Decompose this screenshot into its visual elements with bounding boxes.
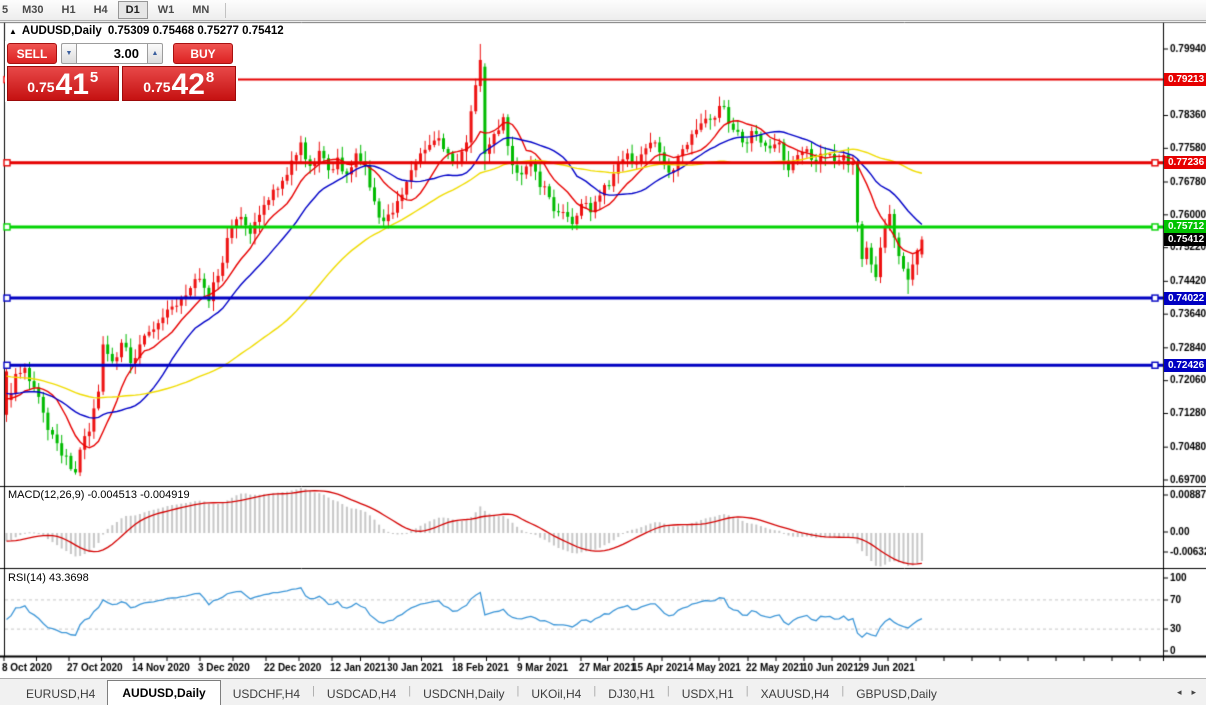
price-tag-0.75712: 0.75712: [1164, 220, 1206, 233]
sell-price-pip-digit: 5: [89, 69, 99, 86]
price-tag-0.75412: 0.75412: [1164, 233, 1206, 246]
chart-tab-dj30-h1[interactable]: DJ30,H1: [596, 683, 667, 705]
chart-tab-usdcad-h4[interactable]: USDCAD,H4: [315, 683, 408, 705]
chart-tab-ukoil-h4[interactable]: UKOil,H4: [519, 683, 593, 705]
sell-price-big-digits: 41: [55, 67, 89, 101]
one-click-trade-panel: SELL ▼ 3.00 ▲ BUY 0.75 41 5 0.75 42 8: [5, 41, 238, 102]
volume-decrease-button[interactable]: ▼: [61, 43, 76, 64]
chart-tab-xauusd-h4[interactable]: XAUUSD,H4: [749, 683, 842, 705]
buy-price-big-digits: 42: [171, 67, 205, 101]
tab-scroll-controls: ◂ ▸: [1177, 687, 1196, 698]
macd-indicator-label: MACD(12,26,9) -0.004513 -0.004919: [8, 489, 190, 501]
buy-price-prefix: 0.75: [143, 79, 171, 95]
down-arrow-icon: ▼: [65, 50, 73, 57]
chart-ohlc-values: 0.75309 0.75468 0.75277 0.75412: [107, 25, 284, 37]
sell-price-button[interactable]: 0.75 41 5: [7, 66, 119, 101]
sell-price-prefix: 0.75: [27, 79, 55, 95]
timeframe-button-w1[interactable]: W1: [150, 1, 183, 19]
trading-platform-window: 5 M30 H1 H4 D1 W1 MN ▲ AUDUSD,Daily 0.75309 0.…: [0, 0, 1206, 705]
toolbar-separator: [225, 2, 227, 18]
chart-tab-audusd-daily[interactable]: AUDUSD,Daily: [107, 680, 221, 705]
timeframe-toolbar: 5 M30 H1 H4 D1 W1 MN: [0, 0, 1206, 21]
timeframe-button-h4[interactable]: H4: [86, 1, 116, 19]
timeframe-button-m30[interactable]: M30: [14, 1, 51, 19]
chart-tab-eurusd-h4[interactable]: EURUSD,H4: [14, 683, 107, 705]
chart-tab-gbpusd-daily[interactable]: GBPUSD,Daily: [844, 683, 949, 705]
tab-scroll-right-icon[interactable]: ▸: [1191, 687, 1196, 698]
collapse-arrow-icon[interactable]: ▲: [9, 27, 17, 36]
chart-tab-usdcnh-daily[interactable]: USDCNH,Daily: [411, 683, 516, 705]
chart-title: ▲ AUDUSD,Daily 0.75309 0.75468 0.75277 0…: [9, 25, 284, 37]
rsi-indicator-label: RSI(14) 43.3698: [8, 572, 89, 584]
timeframe-button-h1[interactable]: H1: [54, 1, 84, 19]
buy-button[interactable]: BUY: [173, 43, 233, 64]
timeframe-button-5[interactable]: 5: [0, 1, 12, 19]
timeframe-button-d1[interactable]: D1: [117, 1, 148, 19]
volume-input[interactable]: 3.00: [76, 43, 148, 64]
timeframe-button-mn[interactable]: MN: [184, 1, 217, 19]
chart-tab-usdchf-h4[interactable]: USDCHF,H4: [221, 683, 312, 705]
chart-canvas[interactable]: [0, 0, 1206, 705]
price-tag-0.74022: 0.74022: [1164, 292, 1206, 305]
price-tag-0.77236: 0.77236: [1164, 156, 1206, 169]
sell-button[interactable]: SELL: [7, 43, 57, 64]
symbol-tab-bar: EURUSD,H4 AUDUSD,Daily USDCHF,H4 | USDCAD,H4…: [0, 678, 1206, 705]
tab-scroll-left-icon[interactable]: ◂: [1177, 687, 1182, 698]
buy-price-pip-digit: 8: [205, 69, 215, 86]
buy-price-button[interactable]: 0.75 42 8: [121, 66, 236, 101]
up-arrow-icon: ▲: [151, 50, 159, 57]
price-tag-0.72426: 0.72426: [1164, 359, 1206, 372]
chart-symbol-label: AUDUSD,Daily: [21, 25, 102, 37]
trade-panel-prices: 0.75 41 5 0.75 42 8: [7, 66, 236, 101]
volume-increase-button[interactable]: ▲: [148, 43, 163, 64]
chart-tab-usdx-h1[interactable]: USDX,H1: [670, 683, 746, 705]
price-tag-0.79213: 0.79213: [1164, 73, 1206, 86]
trade-panel-controls: SELL ▼ 3.00 ▲ BUY: [7, 43, 236, 64]
symbol-tabs: EURUSD,H4 AUDUSD,Daily USDCHF,H4 | USDCAD,H4…: [14, 680, 949, 705]
